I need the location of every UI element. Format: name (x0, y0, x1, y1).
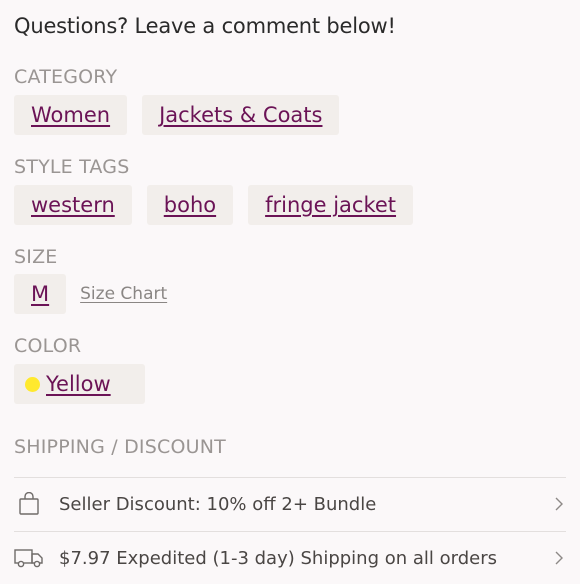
color-chip-yellow[interactable]: Yellow (14, 364, 145, 404)
style-tags-heading: STYLE TAGS (14, 156, 130, 178)
style-tags-chip-row: western boho fringe jacket (14, 185, 414, 225)
category-link-jackets-coats[interactable]: Jackets & Coats (159, 103, 322, 127)
style-tag-chip-boho[interactable]: boho (146, 185, 234, 225)
color-row: Yellow (14, 364, 145, 404)
size-chart-link[interactable]: Size Chart (80, 284, 167, 304)
style-tag-link-western[interactable]: western (31, 193, 115, 217)
size-row: M Size Chart (14, 274, 167, 314)
category-link-women[interactable]: Women (31, 103, 110, 127)
style-tag-link-fringe-jacket[interactable]: fringe jacket (265, 193, 396, 217)
color-heading: COLOR (14, 335, 82, 357)
category-chip-row: Women Jackets & Coats (14, 95, 340, 135)
expedited-shipping-row[interactable]: $7.97 Expedited (1-3 day) Shipping on al… (14, 532, 566, 584)
category-chip-jackets-coats[interactable]: Jackets & Coats (142, 95, 340, 135)
style-tag-chip-western[interactable]: western (14, 185, 132, 225)
listing-details: Questions? Leave a comment below! CATEGO… (0, 0, 580, 580)
size-chip-m[interactable]: M (14, 274, 67, 314)
expedited-shipping-text: $7.97 Expedited (1-3 day) Shipping on al… (59, 547, 497, 569)
delivery-truck-icon (14, 547, 44, 569)
chevron-right-icon (552, 496, 566, 512)
shipping-discount-heading: SHIPPING / DISCOUNT (14, 436, 226, 458)
color-swatch (25, 376, 40, 392)
style-tag-chip-fringe-jacket[interactable]: fringe jacket (248, 185, 414, 225)
size-link-m[interactable]: M (31, 282, 49, 306)
category-chip-women[interactable]: Women (14, 95, 128, 135)
shopping-bag-icon (14, 492, 44, 516)
comment-prompt: Questions? Leave a comment below! (14, 14, 396, 38)
size-heading: SIZE (14, 246, 58, 268)
category-heading: CATEGORY (14, 66, 118, 88)
chevron-right-icon (552, 550, 566, 566)
seller-discount-row[interactable]: Seller Discount: 10% off 2+ Bundle (14, 478, 566, 530)
style-tag-link-boho[interactable]: boho (164, 193, 216, 217)
seller-discount-text: Seller Discount: 10% off 2+ Bundle (59, 493, 377, 515)
color-link-yellow[interactable]: Yellow (46, 372, 111, 396)
